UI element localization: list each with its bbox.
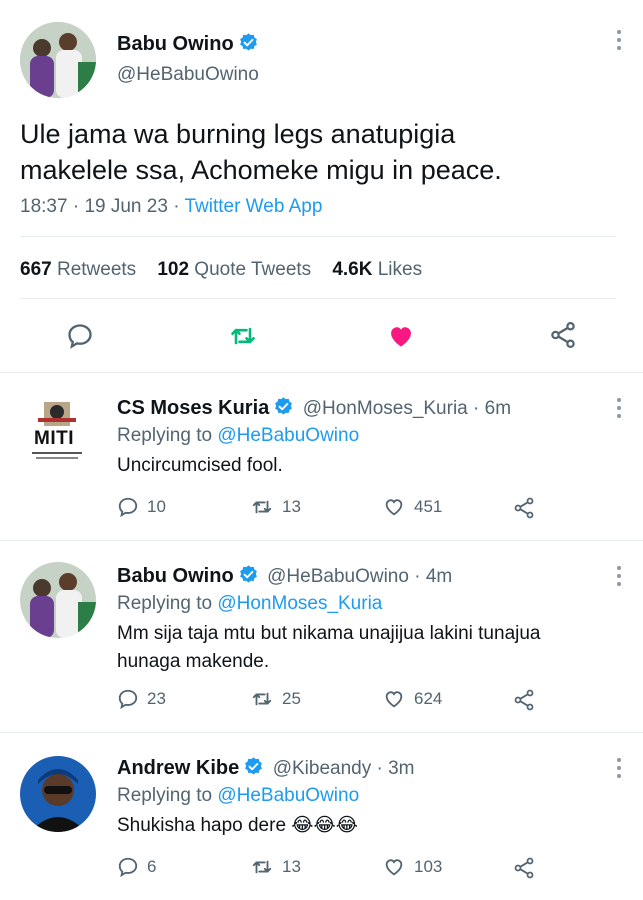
divider [0,540,643,541]
meta-separator: · [72,196,80,217]
tweet-text-line-2: makelele ssa, Achomeke migu in peace. [20,155,502,185]
more-options-icon[interactable] [616,758,622,782]
more-options-icon[interactable] [616,398,622,422]
retweets-label: Retweets [56,259,137,280]
verified-badge-icon [275,397,293,415]
replying-to: Replying to @HeBabuOwino [117,785,359,807]
retweet-action[interactable]: 13 [250,856,301,878]
like-icon [385,859,403,876]
more-options-icon[interactable] [616,30,622,54]
retweet-icon[interactable] [228,322,258,350]
replying-to-prefix: Replying to [117,593,213,614]
retweet-icon [252,692,272,706]
replying-to-handle[interactable]: @HeBabuOwino [217,785,359,806]
avatar[interactable]: MITI [20,396,96,472]
avatar[interactable] [20,756,96,832]
tweet-text-line-1: Ule jama wa burning legs anatupigia [20,119,456,149]
tweet-meta: 18:37 · 19 Jun 23 · Twitter Web App [20,196,322,218]
verified-badge-icon [239,565,257,583]
reply-count: 6 [147,857,157,876]
retweet-count: 25 [282,689,301,708]
reply-action[interactable]: 10 [117,496,166,518]
replying-to: Replying to @HeBabuOwino [117,425,359,447]
like-count: 624 [414,689,443,708]
reply-header: Andrew Kibe @Kibeandy · 3m [117,756,415,780]
avatar-logo-text: MITI [34,428,74,449]
meta-separator: · [173,196,180,217]
reply-icon [118,497,138,518]
like-action[interactable]: 451 [382,496,442,518]
replying-to-handle[interactable]: @HonMoses_Kuria [217,593,382,614]
author-handle[interactable]: @HeBabuOwino · 4m [267,566,452,587]
verified-badge-icon [239,33,257,51]
retweet-count: 13 [282,497,301,516]
author-handle[interactable]: @Kibeandy · 3m [273,758,415,779]
reply-header: CS Moses Kuria @HonMoses_Kuria · 6m [117,396,511,420]
like-count: 103 [414,857,443,876]
likes-stat[interactable]: 4.6K Likes [332,259,422,280]
retweet-icon [252,500,272,514]
replying-to-handle[interactable]: @HeBabuOwino [217,425,359,446]
reply-text: Shukisha hapo dere 😂😂😂 [117,815,358,836]
retweets-count: 667 [20,259,52,280]
share-icon[interactable] [548,320,578,350]
quotes-stat[interactable]: 102 Quote Tweets [157,259,311,280]
like-action[interactable]: 103 [382,856,442,878]
quotes-count: 102 [157,259,190,280]
reply-header: Babu Owino @HeBabuOwino · 4m [117,564,452,588]
author-name-text[interactable]: Babu Owino [117,33,234,55]
reply-action[interactable]: 23 [117,688,166,710]
retweets-stat[interactable]: 667 Retweets [20,259,136,280]
retweet-icon [252,860,272,874]
retweet-count: 13 [282,857,301,876]
author-name[interactable]: CS Moses Kuria [117,397,269,419]
reply-text: Mm sija taja mtu but nikama unajijua lak… [117,620,627,676]
divider [20,298,616,299]
likes-label: Likes [377,259,423,280]
like-count: 451 [414,497,443,516]
tweet-text: Ule jama wa burning legs anatupigia make… [20,116,620,188]
divider [0,372,643,373]
share-icon[interactable] [512,688,536,712]
like-icon [385,691,403,708]
tweet-stats: 667 Retweets 102 Quote Tweets 4.6K Likes [20,259,422,281]
reply-text-line-2: hunaga makende. [117,651,270,672]
replying-to-prefix: Replying to [117,425,213,446]
avatar[interactable] [20,562,96,638]
share-icon[interactable] [512,496,536,520]
quotes-label: Quote Tweets [194,259,312,280]
reply-text-line-1: Mm sija taja mtu but nikama unajijua lak… [117,623,541,644]
reply-count: 10 [147,497,166,516]
author-name[interactable]: Babu Owino [117,32,259,56]
like-icon [385,499,403,516]
likes-count: 4.6K [332,259,373,280]
author-name[interactable]: Andrew Kibe [117,757,239,779]
like-icon[interactable] [386,322,416,350]
retweet-action[interactable]: 13 [250,496,301,518]
retweet-action[interactable]: 25 [250,688,301,710]
more-options-icon[interactable] [616,566,622,590]
avatar[interactable] [20,22,96,98]
verified-badge-icon [245,757,263,775]
reply-icon[interactable] [66,322,94,350]
replying-to: Replying to @HonMoses_Kuria [117,593,382,615]
like-action[interactable]: 624 [382,688,442,710]
reply-action[interactable]: 6 [117,856,156,878]
reply-icon [118,689,138,710]
tweet-time[interactable]: 18:37 [20,196,68,217]
reply-icon [118,857,138,878]
author-handle[interactable]: @HeBabuOwino [117,64,259,86]
author-handle[interactable]: @HonMoses_Kuria · 6m [303,398,511,419]
tweet-date[interactable]: 19 Jun 23 [84,196,167,217]
tweet-source-app[interactable]: Twitter Web App [184,196,322,217]
reply-text: Uncircumcised fool. [117,455,283,476]
divider [20,236,616,237]
divider [0,732,643,733]
author-name[interactable]: Babu Owino [117,565,234,587]
share-icon[interactable] [512,856,536,880]
reply-count: 23 [147,689,166,708]
replying-to-prefix: Replying to [117,785,213,806]
